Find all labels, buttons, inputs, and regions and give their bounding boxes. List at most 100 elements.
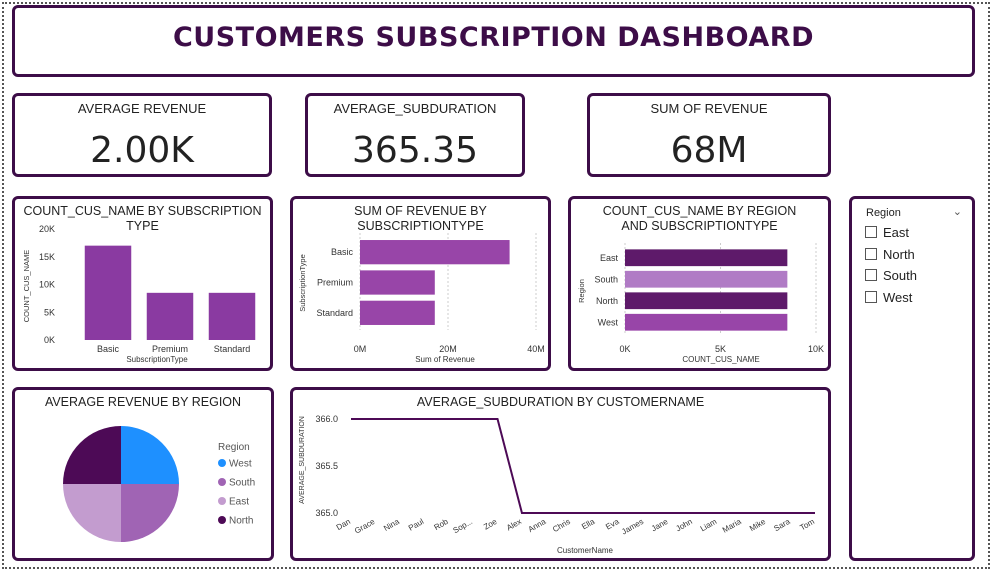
kpi-label: SUM OF REVENUE (650, 101, 768, 116)
pie-slice[interactable] (63, 484, 121, 542)
x-tick-label: Standard (214, 344, 251, 354)
x-axis-title: SubscriptionType (126, 355, 188, 364)
x-tick-label: Premium (152, 344, 188, 354)
x-tick-label: Tom (798, 517, 816, 533)
x-tick-label: 40M (527, 344, 545, 354)
y-axis-title: SubscriptionType (298, 254, 307, 312)
bar-chart-svg: 0K 5K 10K 15K 20K Basic Premium Standard COUNT… (22, 224, 256, 364)
chevron-down-icon[interactable]: ⌄ (953, 205, 962, 218)
bar[interactable] (625, 292, 788, 310)
pie-slice[interactable] (63, 426, 121, 484)
chart-revenue-by-subscription-type[interactable]: SUM OF REVENUE BY SUBSCRIPTIONTYPE Basic… (290, 196, 551, 371)
legend-label: South (229, 478, 255, 489)
x-tick-label: 0K (619, 344, 630, 354)
legend-label: East (229, 497, 249, 508)
x-axis-title: COUNT_CUS_NAME (682, 355, 759, 364)
kpi-card-average-subduration[interactable]: AVERAGE_SUBDURATION 365.35 (305, 93, 525, 177)
kpi-value: 2.00K (90, 130, 194, 171)
bar[interactable] (146, 292, 194, 340)
slicer-option-north[interactable]: North (865, 245, 915, 263)
x-axis-title: CustomerName (557, 546, 614, 555)
x-tick-label: Sop... (451, 517, 474, 535)
kpi-label: AVERAGE_SUBDURATION (333, 101, 497, 116)
series-line[interactable] (351, 418, 815, 514)
chart-count-by-subscription-type[interactable]: COUNT_CUS_NAME BY SUBSCRIPTION TYPE 0K 5K… (12, 196, 273, 371)
x-tick-label: Zoe (482, 517, 499, 532)
y-tick-label: Premium (317, 278, 353, 288)
y-tick-label: 365.5 (315, 461, 338, 471)
x-tick-label: James (620, 517, 645, 537)
x-tick-label: Eva (604, 517, 621, 532)
x-tick-label: John (674, 517, 694, 533)
slicer-option-east[interactable]: East (865, 223, 909, 241)
x-tick-label: Rob (432, 517, 450, 532)
bar[interactable] (625, 313, 788, 331)
title-card: CUSTOMERS SUBSCRIPTION DASHBOARD (12, 5, 975, 77)
pie-slice[interactable] (121, 426, 179, 484)
legend-marker (218, 516, 226, 524)
y-tick-label: East (600, 253, 619, 263)
checkbox[interactable] (865, 291, 877, 303)
kpi-card-sum-of-revenue[interactable]: SUM OF REVENUE 68M (587, 93, 831, 177)
legend-title: Region (218, 442, 250, 453)
x-tick-label: Maria (721, 517, 743, 535)
bar[interactable] (625, 249, 788, 267)
bar[interactable] (625, 270, 788, 288)
x-tick-label: Jane (650, 517, 670, 534)
x-tick-label: Basic (97, 344, 120, 354)
y-tick-label: West (598, 317, 619, 327)
bar[interactable] (84, 245, 132, 340)
x-tick-label: 0M (354, 344, 367, 354)
x-tick-label: Dan (335, 517, 352, 532)
x-tick-label: 5K (715, 344, 726, 354)
kpi-value: 68M (670, 130, 748, 171)
x-tick-label: Liam (699, 517, 719, 534)
x-tick-label: Mike (748, 517, 768, 534)
checkbox[interactable] (865, 248, 877, 260)
x-tick-label: Grace (353, 517, 377, 536)
y-tick-label: Standard (316, 308, 353, 318)
slicer-title: Region (866, 207, 901, 219)
y-tick-label: 15K (39, 252, 55, 262)
legend-label: West (229, 459, 252, 470)
y-axis-title: Region (577, 279, 586, 303)
kpi-card-average-revenue[interactable]: AVERAGE REVENUE 2.00K (12, 93, 272, 177)
y-axis-title: COUNT_CUS_NAME (22, 250, 31, 323)
bar[interactable] (360, 270, 435, 295)
y-tick-label: 366.0 (315, 414, 338, 424)
slicer-option-south[interactable]: South (865, 266, 917, 284)
slicer-option-label: East (883, 224, 910, 240)
x-tick-label: Ella (580, 517, 597, 532)
bar[interactable] (360, 240, 510, 265)
slicer-option-west[interactable]: West (865, 288, 912, 306)
checkbox[interactable] (865, 269, 877, 281)
y-tick-label: Basic (331, 247, 354, 257)
legend-marker (218, 459, 226, 467)
x-axis-title: Sum of Revenue (415, 355, 475, 364)
line-chart-svg: 365.0 365.5 366.0 Dan Grace Nina Paul Rob Sop..… (299, 414, 816, 555)
x-tick-label: 10K (808, 344, 824, 354)
y-tick-label: South (594, 274, 618, 284)
y-tick-label: 10K (39, 280, 55, 290)
legend-label: North (229, 516, 253, 527)
bar[interactable] (360, 300, 435, 325)
chart-average-revenue-by-region[interactable]: AVERAGE REVENUE BY REGION Region West Sou… (12, 387, 274, 561)
x-tick-label: Alex (505, 517, 523, 533)
chart-count-by-region[interactable]: COUNT_CUS_NAME BY REGION AND SUBSCRIPTIO… (568, 196, 831, 371)
y-tick-label: 365.0 (315, 508, 338, 518)
pie-chart-svg: Region West South East North (63, 426, 255, 542)
x-tick-label: 20M (439, 344, 457, 354)
y-tick-label: North (596, 296, 618, 306)
region-slicer[interactable]: Region ⌄ East North South West (849, 196, 975, 561)
slicer-option-label: West (883, 289, 913, 305)
checkbox[interactable] (865, 226, 877, 238)
x-tick-label: Anna (527, 517, 548, 534)
chart-subduration-by-customer[interactable]: AVERAGE_SUBDURATION BY CUSTOMERNAME 365.… (290, 387, 831, 561)
y-tick-label: 0K (44, 335, 55, 345)
pie-slice[interactable] (121, 484, 179, 542)
dashboard-title: CUSTOMERS SUBSCRIPTION DASHBOARD (172, 22, 814, 53)
x-tick-label: Sara (772, 517, 792, 534)
legend-marker (218, 497, 226, 505)
bar[interactable] (208, 292, 256, 340)
hbar-chart-svg: East South North West 0K 5K 10K Region COUNT_… (577, 243, 824, 364)
